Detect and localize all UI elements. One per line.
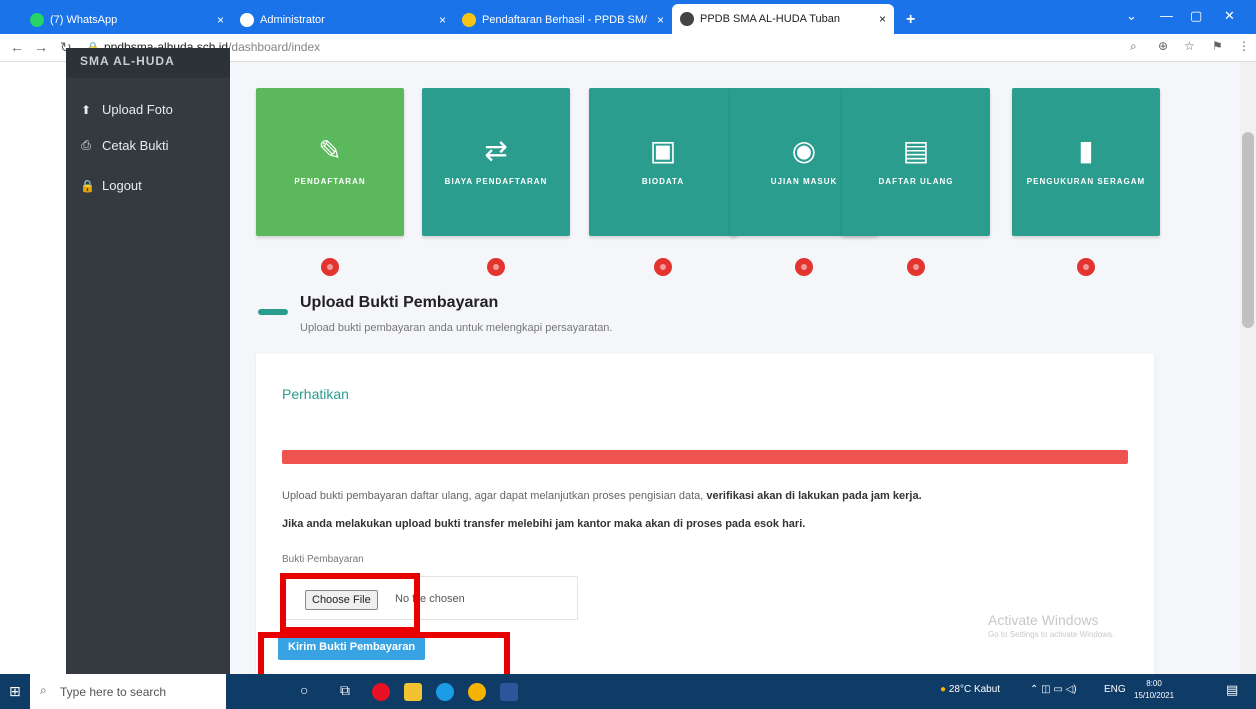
- tab-pendaftaran[interactable]: Pendaftaran Berhasil - PPDB SM/ ×: [454, 6, 672, 34]
- chevron-down-icon[interactable]: ⌄: [1126, 8, 1137, 24]
- translate-icon[interactable]: ⌕: [1130, 39, 1137, 54]
- step-indicator-dot: [487, 258, 505, 276]
- activate-windows-subtext: Go to Settings to activate Windows.: [988, 630, 1115, 639]
- step-pengukuran-seragam[interactable]: ▮ PENGUKURAN SERAGAM: [1012, 88, 1160, 236]
- taskbar-search[interactable]: ⌕ Type here to search: [30, 674, 226, 709]
- notice-text: Upload bukti pembayaran daftar ulang, ag…: [282, 490, 922, 502]
- highlight-box-choose-file: [280, 573, 420, 633]
- sidebar-item-label: Cetak Bukti: [102, 138, 169, 153]
- tab-label: Administrator: [260, 14, 325, 26]
- step-indicator-dot: [907, 258, 925, 276]
- step-indicator-dot: [654, 258, 672, 276]
- section-accent-bar: [258, 309, 288, 315]
- step-label: PENGUKURAN SERAGAM: [1026, 177, 1146, 186]
- section-subtitle: Upload bukti pembayaran anda untuk melen…: [300, 322, 613, 334]
- edit-icon: ✎: [318, 135, 342, 166]
- activate-windows-watermark: Activate Windows: [988, 612, 1099, 628]
- clock-date: 15/10/2021: [1134, 691, 1175, 700]
- exchange-icon: ⇄: [484, 135, 508, 166]
- close-tab-icon[interactable]: ×: [879, 12, 886, 26]
- extensions-icon[interactable]: ⚑: [1212, 39, 1223, 53]
- sidebar-item-label: Upload Foto: [102, 102, 173, 117]
- upload-icon: ⬆: [80, 102, 92, 117]
- clock[interactable]: 8:00 15/10/2021: [1134, 678, 1174, 702]
- step-indicator-dot: [321, 258, 339, 276]
- step-label: BIAYA PENDAFTARAN: [444, 177, 548, 186]
- url-path: /dashboard/index: [228, 40, 321, 54]
- step-biodata[interactable]: ▣ BIODATA: [589, 88, 737, 236]
- tab-label: PPDB SMA AL-HUDA Tuban: [700, 13, 841, 25]
- id-card-icon: ▣: [649, 135, 677, 166]
- section-title: Upload Bukti Pembayaran: [300, 294, 499, 311]
- search-placeholder: Type here to search: [60, 684, 167, 699]
- sidebar-item-label: Logout: [102, 178, 142, 193]
- chrome-icon[interactable]: [468, 683, 486, 701]
- file-explorer-icon[interactable]: [404, 683, 422, 701]
- globe-icon: [680, 12, 694, 26]
- minimize-icon[interactable]: —: [1160, 8, 1173, 23]
- weather-icon: ●: [940, 684, 947, 695]
- back-icon[interactable]: ←: [10, 39, 24, 55]
- zoom-icon[interactable]: ⊕: [1158, 39, 1168, 53]
- task-view-icon[interactable]: ⧉: [340, 682, 350, 699]
- scrollbar[interactable]: [1240, 62, 1256, 674]
- bookmark-star-icon[interactable]: ☆: [1184, 39, 1195, 53]
- whatsapp-icon: [30, 13, 44, 27]
- alert-bar: [282, 450, 1128, 464]
- step-label: DAFTAR ULANG: [878, 177, 954, 186]
- site-icon: [462, 13, 476, 27]
- sidebar: SMA AL-HUDA ⬆ Upload Foto ⎙ Cetak Bukti …: [66, 48, 390, 674]
- globe-icon: [240, 13, 254, 27]
- notice-text-2: Jika anda melakukan upload bukti transfe…: [282, 518, 806, 530]
- close-tab-icon[interactable]: ×: [217, 13, 224, 27]
- sidebar-brand: SMA AL-HUDA: [66, 48, 230, 78]
- search-icon: ⌕: [40, 683, 47, 697]
- tray-icons[interactable]: ⌃ ◫ ▭ ◁): [1030, 684, 1077, 695]
- language-indicator[interactable]: ENG: [1104, 684, 1126, 695]
- close-window-icon[interactable]: ✕: [1224, 8, 1235, 24]
- contact-book-icon: ▤: [902, 135, 930, 166]
- tab-ppdb-active[interactable]: PPDB SMA AL-HUDA Tuban ×: [672, 4, 894, 34]
- bukti-pembayaran-label: Bukti Pembayaran: [282, 554, 364, 565]
- sidebar-item-cetak-bukti[interactable]: ⎙ Cetak Bukti: [80, 138, 168, 153]
- notification-icon[interactable]: ▤: [1226, 682, 1238, 698]
- forward-icon[interactable]: →: [34, 39, 48, 55]
- step-indicator-dot: [1077, 258, 1095, 276]
- card-title: Perhatikan: [282, 386, 349, 402]
- browser-tab-strip: (7) WhatsApp × Administrator × Pendaftar…: [0, 0, 1256, 34]
- scroll-thumb[interactable]: [1242, 132, 1254, 328]
- maximize-icon[interactable]: ▢: [1190, 8, 1202, 24]
- step-label: PENDAFTARAN: [294, 177, 366, 186]
- step-daftar-ulang[interactable]: ▤ DAFTAR ULANG: [842, 88, 990, 236]
- menu-icon[interactable]: ⋮: [1238, 39, 1250, 53]
- step-indicator-dot: [795, 258, 813, 276]
- edge-icon[interactable]: [436, 683, 454, 701]
- clock-time: 8:00: [1146, 679, 1162, 688]
- weather-widget[interactable]: ● 28°C Kabut: [940, 684, 1000, 695]
- step-pendaftaran[interactable]: ✎ PENDAFTARAN: [256, 88, 404, 236]
- notice-bold: verifikasi akan di lakukan pada jam kerj…: [706, 490, 922, 502]
- step-biaya-pendaftaran[interactable]: ⇄ BIAYA PENDAFTARAN: [422, 88, 570, 236]
- ruler-icon: ▮: [1078, 135, 1094, 166]
- tab-administrator[interactable]: Administrator ×: [232, 6, 454, 34]
- notice-prefix: Upload bukti pembayaran daftar ulang, ag…: [282, 490, 707, 502]
- lock-icon: 🔒: [80, 178, 95, 193]
- windows-start-icon[interactable]: ⊞: [9, 683, 21, 700]
- tab-whatsapp[interactable]: (7) WhatsApp ×: [22, 6, 232, 34]
- sidebar-item-upload-foto[interactable]: ⬆ Upload Foto: [80, 102, 173, 117]
- word-icon[interactable]: [500, 683, 518, 701]
- close-tab-icon[interactable]: ×: [439, 13, 446, 27]
- step-label: BIODATA: [641, 177, 685, 186]
- new-tab-button[interactable]: +: [898, 6, 926, 34]
- sidebar-item-logout[interactable]: 🔒 Logout: [80, 178, 142, 193]
- taskbar: ⊞ ⌕ Type here to search ○ ⧉ ● 28°C Kabut…: [0, 674, 1256, 709]
- opera-icon[interactable]: [372, 683, 390, 701]
- tab-label: Pendaftaran Berhasil - PPDB SM/: [482, 14, 648, 26]
- tab-label: (7) WhatsApp: [50, 14, 118, 26]
- close-tab-icon[interactable]: ×: [657, 13, 664, 27]
- weather-text: 28°C Kabut: [948, 684, 1001, 695]
- print-icon: ⎙: [81, 138, 91, 152]
- cortana-icon[interactable]: ○: [300, 682, 308, 698]
